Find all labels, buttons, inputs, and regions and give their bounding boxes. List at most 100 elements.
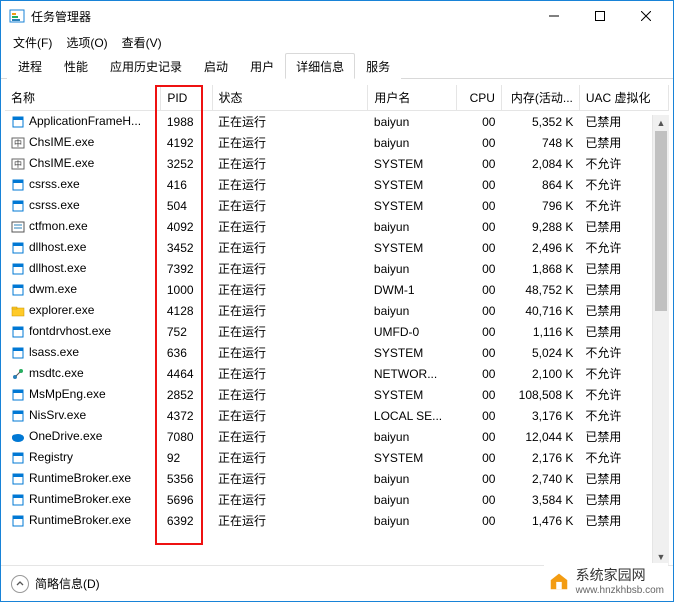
- menu-file[interactable]: 文件(F): [7, 32, 58, 53]
- fewer-details-chevron-icon[interactable]: [11, 575, 29, 593]
- col-user-header[interactable]: 用户名: [368, 85, 457, 111]
- menu-options[interactable]: 选项(O): [60, 32, 113, 53]
- fewer-details-link[interactable]: 简略信息(D): [35, 575, 100, 592]
- table-row[interactable]: 中ChsIME.exe3252正在运行SYSTEM002,084 K不允许: [5, 153, 669, 174]
- table-row[interactable]: OneDrive.exe7080正在运行baiyun0012,044 K已禁用: [5, 426, 669, 447]
- menu-view[interactable]: 查看(V): [116, 32, 168, 53]
- table-row[interactable]: msdtc.exe4464正在运行NETWOR...002,100 K不允许: [5, 363, 669, 384]
- table-row[interactable]: dllhost.exe3452正在运行SYSTEM002,496 K不允许: [5, 237, 669, 258]
- table-row[interactable]: lsass.exe636正在运行SYSTEM005,024 K不允许: [5, 342, 669, 363]
- process-icon: [11, 430, 25, 444]
- table-row[interactable]: csrss.exe416正在运行SYSTEM00864 K不允许: [5, 174, 669, 195]
- col-memory-header[interactable]: 内存(活动...: [501, 85, 579, 111]
- cell-name: csrss.exe: [5, 174, 161, 195]
- cell-name: fontdrvhost.exe: [5, 321, 161, 342]
- col-name-header[interactable]: 名称: [5, 85, 161, 111]
- process-icon: [11, 388, 25, 402]
- window-title: 任务管理器: [31, 8, 531, 25]
- table-row[interactable]: RuntimeBroker.exe6392正在运行baiyun001,476 K…: [5, 510, 669, 531]
- cell-pid: 1988: [161, 111, 212, 133]
- cell-memory: 5,024 K: [501, 342, 579, 363]
- cell-user: SYSTEM: [368, 447, 457, 468]
- cell-name: 中 ChsIME.exe: [5, 153, 161, 174]
- minimize-button[interactable]: [531, 1, 577, 31]
- cell-pid: 7392: [161, 258, 212, 279]
- scroll-up-arrow[interactable]: ▲: [653, 115, 669, 131]
- table-row[interactable]: fontdrvhost.exe752正在运行UMFD-0001,116 K已禁用: [5, 321, 669, 342]
- table-row[interactable]: ApplicationFrameH...1988正在运行baiyun005,35…: [5, 111, 669, 133]
- cell-user: SYSTEM: [368, 195, 457, 216]
- cell-memory: 5,352 K: [501, 111, 579, 133]
- cell-name: OneDrive.exe: [5, 426, 161, 447]
- tab-processes[interactable]: 进程: [7, 53, 53, 79]
- cell-pid: 752: [161, 321, 212, 342]
- cell-cpu: 00: [457, 510, 502, 531]
- watermark: 系统家园网 www.hnzkhbsb.com: [544, 563, 668, 598]
- process-icon: [11, 178, 25, 192]
- tab-performance[interactable]: 性能: [53, 53, 99, 79]
- tab-startup[interactable]: 启动: [193, 53, 239, 79]
- cell-user: SYSTEM: [368, 174, 457, 195]
- tab-users[interactable]: 用户: [239, 53, 285, 79]
- cell-pid: 3452: [161, 237, 212, 258]
- process-name: ChsIME.exe: [29, 135, 94, 149]
- process-icon: [11, 199, 25, 213]
- cell-status: 正在运行: [212, 321, 368, 342]
- table-row[interactable]: NisSrv.exe4372正在运行LOCAL SE...003,176 K不允…: [5, 405, 669, 426]
- process-name: RuntimeBroker.exe: [29, 492, 131, 506]
- watermark-url: www.hnzkhbsb.com: [576, 585, 664, 596]
- process-icon: [11, 304, 25, 318]
- cell-pid: 4372: [161, 405, 212, 426]
- cell-name: Registry: [5, 447, 161, 468]
- table-row[interactable]: ctfmon.exe4092正在运行baiyun009,288 K已禁用: [5, 216, 669, 237]
- process-name: dwm.exe: [29, 282, 77, 296]
- tab-details[interactable]: 详细信息: [285, 53, 355, 79]
- maximize-button[interactable]: [577, 1, 623, 31]
- table-row[interactable]: 中ChsIME.exe4192正在运行baiyun00748 K已禁用: [5, 132, 669, 153]
- table-row[interactable]: MsMpEng.exe2852正在运行SYSTEM00108,508 K不允许: [5, 384, 669, 405]
- close-button[interactable]: [623, 1, 669, 31]
- process-name: OneDrive.exe: [29, 429, 102, 443]
- cell-status: 正在运行: [212, 342, 368, 363]
- process-icon: [11, 346, 25, 360]
- table-row[interactable]: RuntimeBroker.exe5696正在运行baiyun003,584 K…: [5, 489, 669, 510]
- table-row[interactable]: RuntimeBroker.exe5356正在运行baiyun002,740 K…: [5, 468, 669, 489]
- scroll-thumb[interactable]: [655, 131, 667, 311]
- cell-user: SYSTEM: [368, 237, 457, 258]
- col-uac-header[interactable]: UAC 虚拟化: [579, 85, 668, 111]
- process-icon: [11, 325, 25, 339]
- col-status-header[interactable]: 状态: [212, 85, 368, 111]
- cell-memory: 748 K: [501, 132, 579, 153]
- process-name: ApplicationFrameH...: [29, 114, 141, 128]
- content-area: 名称 PID 状态 用户名 CPU 内存(活动... UAC 虚拟化 Appli…: [1, 79, 673, 565]
- table-row[interactable]: csrss.exe504正在运行SYSTEM00796 K不允许: [5, 195, 669, 216]
- table-row[interactable]: Registry92正在运行SYSTEM002,176 K不允许: [5, 447, 669, 468]
- cell-pid: 1000: [161, 279, 212, 300]
- table-row[interactable]: dwm.exe1000正在运行DWM-10048,752 K已禁用: [5, 279, 669, 300]
- svg-text:中: 中: [14, 159, 22, 169]
- cell-pid: 4128: [161, 300, 212, 321]
- table-row[interactable]: dllhost.exe7392正在运行baiyun001,868 K已禁用: [5, 258, 669, 279]
- cell-user: SYSTEM: [368, 384, 457, 405]
- cell-cpu: 00: [457, 468, 502, 489]
- col-pid-header[interactable]: PID: [161, 85, 212, 111]
- process-name: lsass.exe: [29, 345, 79, 359]
- process-icon: [11, 409, 25, 423]
- tab-app-history[interactable]: 应用历史记录: [99, 53, 193, 79]
- table-row[interactable]: explorer.exe4128正在运行baiyun0040,716 K已禁用: [5, 300, 669, 321]
- cell-name: dllhost.exe: [5, 258, 161, 279]
- cell-pid: 6392: [161, 510, 212, 531]
- titlebar[interactable]: 任务管理器: [1, 1, 673, 31]
- cell-cpu: 00: [457, 132, 502, 153]
- cell-cpu: 00: [457, 195, 502, 216]
- col-cpu-header[interactable]: CPU: [457, 85, 502, 111]
- cell-cpu: 00: [457, 258, 502, 279]
- cell-status: 正在运行: [212, 426, 368, 447]
- cell-name: RuntimeBroker.exe: [5, 510, 161, 531]
- cell-cpu: 00: [457, 111, 502, 133]
- vertical-scrollbar[interactable]: ▲ ▼: [652, 115, 669, 565]
- task-manager-window: 任务管理器 文件(F) 选项(O) 查看(V) 进程 性能 应用历史记录 启动 …: [0, 0, 674, 602]
- process-name: ChsIME.exe: [29, 156, 94, 170]
- tab-services[interactable]: 服务: [355, 53, 401, 79]
- watermark-logo-icon: [548, 570, 570, 592]
